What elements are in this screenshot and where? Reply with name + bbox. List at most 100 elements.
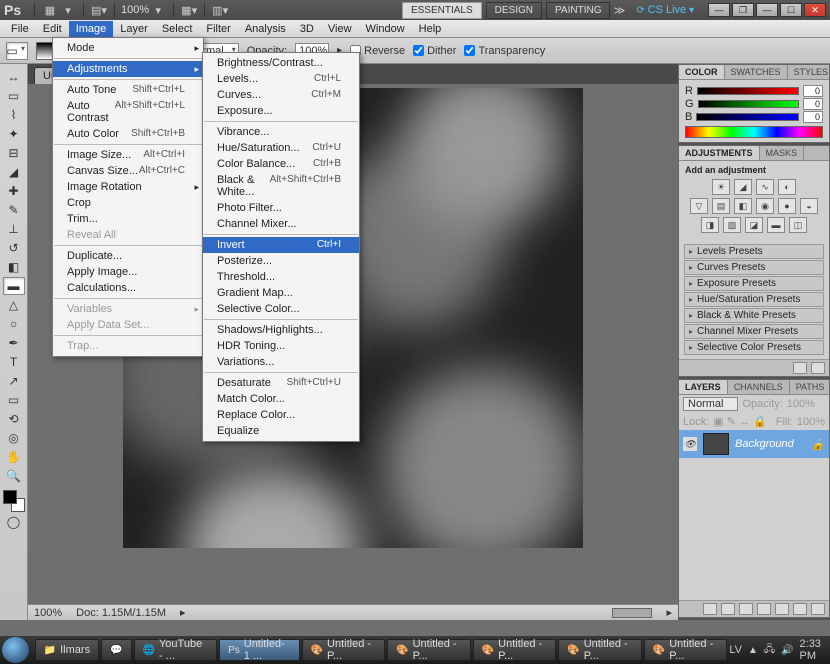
mi-canvas-size[interactable]: Canvas Size...Alt+Ctrl+C [53,163,203,179]
fx-icon[interactable] [721,603,735,615]
start-button[interactable] [2,637,29,663]
mi-gradient-map[interactable]: Gradient Map... [203,285,359,301]
hand-icon[interactable]: ▦▾ [180,2,198,18]
lasso-tool[interactable]: ⌇ [3,106,25,124]
adj-selective-icon[interactable]: ◫ [789,217,807,233]
pen-tool[interactable]: ✒ [3,334,25,352]
menu-layer[interactable]: Layer [113,21,155,37]
layer-row-background[interactable]: 👁 Background 🔒 [679,430,829,458]
history-brush-tool[interactable]: ↺ [3,239,25,257]
menu-edit[interactable]: Edit [36,21,69,37]
layer-thumbnail[interactable] [703,433,729,455]
heal-tool[interactable]: ✚ [3,182,25,200]
mi-hue[interactable]: Hue/Saturation...Ctrl+U [203,140,359,156]
mi-levels[interactable]: Levels...Ctrl+L [203,71,359,87]
status-doc-size[interactable]: Doc: 1.15M/1.15M [76,607,166,619]
group-icon[interactable] [775,603,789,615]
menu-file[interactable]: File [4,21,36,37]
zoom-tool[interactable]: 🔍 [3,467,25,485]
adj-curves-icon[interactable]: ∿ [756,179,774,195]
tab-color[interactable]: COLOR [679,65,725,79]
g-slider[interactable] [698,100,799,108]
mini-bridge-icon[interactable]: ▾ [59,2,77,18]
adj-layer-icon[interactable] [757,603,771,615]
mi-auto-contrast[interactable]: Auto ContrastAlt+Shift+Ctrl+L [53,98,203,126]
adj-footer-icon[interactable] [793,362,807,374]
adj-invert-icon[interactable]: ◨ [701,217,719,233]
layer-blend-select[interactable]: Normal [683,397,738,411]
mi-image-size[interactable]: Image Size...Alt+Ctrl+I [53,147,203,163]
quickmask-tool[interactable]: ◯ [3,513,25,531]
type-tool[interactable]: T [3,353,25,371]
menu-analysis[interactable]: Analysis [238,21,293,37]
preset-levels[interactable]: Levels Presets [684,244,824,259]
taskbar-item[interactable]: 🎨 Untitled - P... [473,639,557,661]
transparency-checkbox[interactable]: Transparency [464,45,545,57]
menu-help[interactable]: Help [412,21,449,37]
mi-threshold[interactable]: Threshold... [203,269,359,285]
taskbar-item[interactable]: 🎨 Untitled - P... [302,639,386,661]
shape-tool[interactable]: ▭ [3,391,25,409]
3d-tool[interactable]: ⟲ [3,410,25,428]
taskbar-item-active[interactable]: Ps Untitled-1 ... [219,639,300,661]
mi-photo-filter[interactable]: Photo Filter... [203,200,359,216]
tab-adjustments[interactable]: ADJUSTMENTS [679,146,760,160]
mi-equalize[interactable]: Equalize [203,423,359,439]
tray-clock[interactable]: 2:33 PM [800,638,822,662]
preset-selective[interactable]: Selective Color Presets [684,340,824,355]
taskbar-item[interactable]: 💬 [101,639,131,661]
3d-camera-tool[interactable]: ◎ [3,429,25,447]
tab-styles[interactable]: STYLES [788,65,830,79]
status-zoom[interactable]: 100% [34,607,62,619]
preset-exposure[interactable]: Exposure Presets [684,276,824,291]
mi-hdr[interactable]: HDR Toning... [203,338,359,354]
dodge-tool[interactable]: ○ [3,315,25,333]
g-value[interactable]: 0 [803,98,823,110]
mi-match-color[interactable]: Match Color... [203,391,359,407]
mi-trim[interactable]: Trim... [53,211,203,227]
mi-calculations[interactable]: Calculations... [53,280,203,296]
adj-photo-icon[interactable]: ◉ [756,198,774,214]
layer-visibility-icon[interactable]: 👁 [683,437,697,451]
taskbar-item[interactable]: 🎨 Untitled - P... [387,639,471,661]
mi-apply-image[interactable]: Apply Image... [53,264,203,280]
dither-checkbox[interactable]: Dither [413,45,456,57]
mi-crop[interactable]: Crop [53,195,203,211]
r-value[interactable]: 0 [803,85,823,97]
tab-swatches[interactable]: SWATCHES [725,65,788,79]
mi-auto-tone[interactable]: Auto ToneShift+Ctrl+L [53,82,203,98]
adj-brightness-icon[interactable]: ☀ [712,179,730,195]
mi-exposure[interactable]: Exposure... [203,103,359,119]
tab-channels[interactable]: CHANNELS [728,380,790,394]
brush-tool[interactable]: ✎ [3,201,25,219]
marquee-tool[interactable]: ▭ [3,87,25,105]
adj-gradmap-icon[interactable]: ▬ [767,217,785,233]
taskbar-item[interactable]: 🎨 Untitled - P... [644,639,728,661]
eyedropper-tool[interactable]: ◢ [3,163,25,181]
blur-tool[interactable]: △ [3,296,25,314]
spectrum-picker[interactable] [685,126,823,138]
maximize-button[interactable]: ☐ [780,3,802,17]
adj-mixer-icon[interactable]: ● [778,198,796,214]
extras-icon[interactable]: ▤▾ [90,2,108,18]
adj-exposure-icon[interactable]: ◐ [778,179,796,195]
mi-black-white[interactable]: Black & White...Alt+Shift+Ctrl+B [203,172,359,200]
hand-tool[interactable]: ✋ [3,448,25,466]
preset-hue[interactable]: Hue/Saturation Presets [684,292,824,307]
preset-curves[interactable]: Curves Presets [684,260,824,275]
trash-icon[interactable] [811,603,825,615]
b-slider[interactable] [696,113,799,121]
mi-replace-color[interactable]: Replace Color... [203,407,359,423]
tab-masks[interactable]: MASKS [760,146,805,160]
menu-3d[interactable]: 3D [293,21,321,37]
adj-vibrance-icon[interactable]: ▽ [690,198,708,214]
workspace-essentials[interactable]: ESSENTIALS [402,2,482,19]
mi-color-balance[interactable]: Color Balance...Ctrl+B [203,156,359,172]
gradient-tool[interactable]: ▬ [3,277,25,295]
tab-paths[interactable]: PATHS [790,380,830,394]
adj-bw-icon[interactable]: ◧ [734,198,752,214]
adj-levels-icon[interactable]: ◢ [734,179,752,195]
menu-view[interactable]: View [321,21,359,37]
mi-adjustments[interactable]: Adjustments▸ [53,61,203,77]
close-button[interactable]: ✕ [804,3,826,17]
